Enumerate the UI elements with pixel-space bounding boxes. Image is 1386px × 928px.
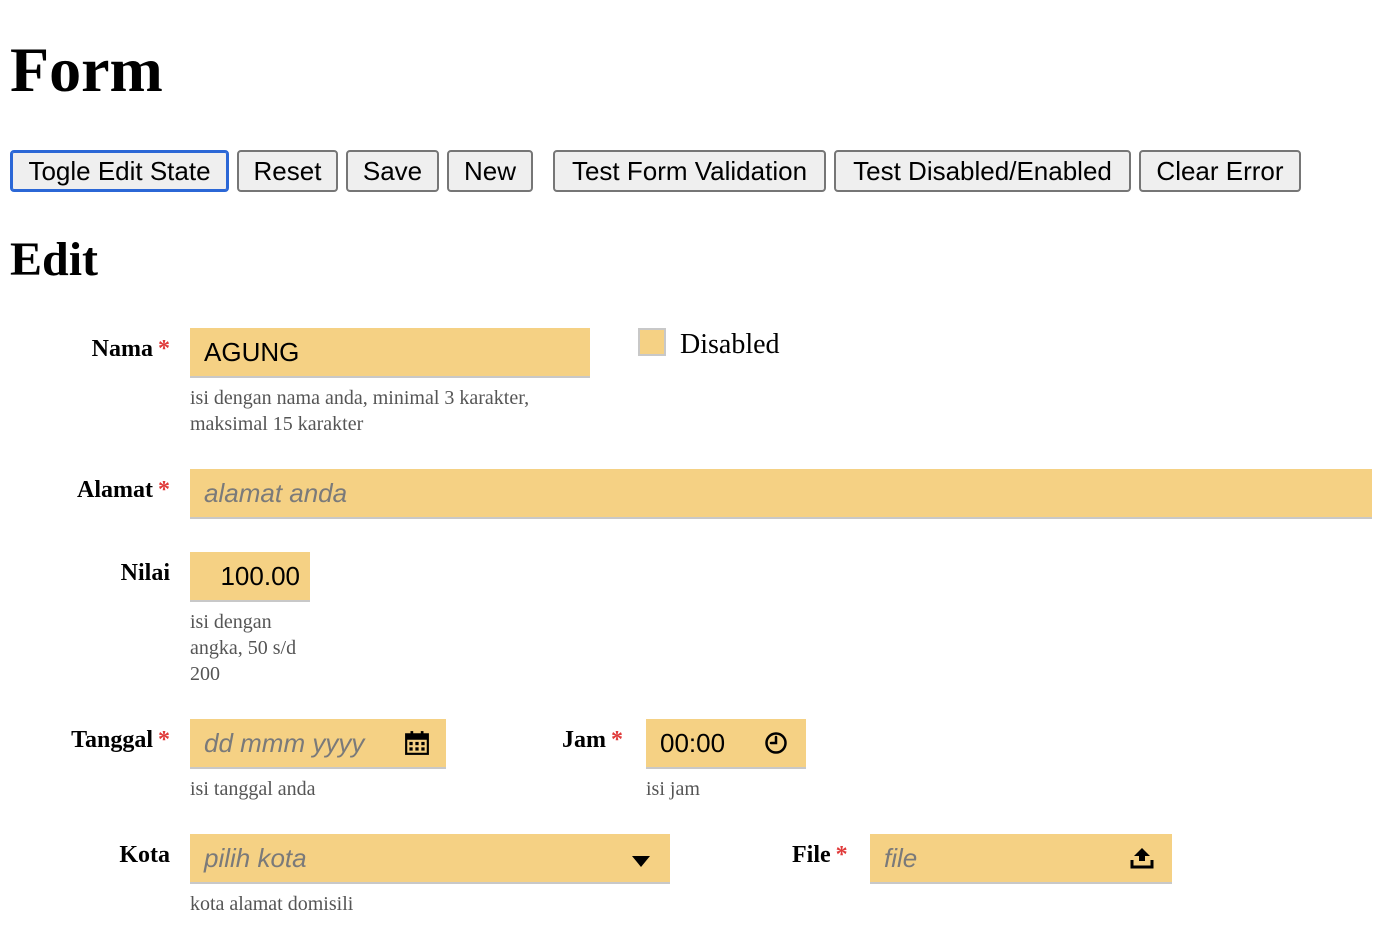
nilai-label: Nilai [121, 560, 170, 587]
jam-label: Jam * [562, 727, 623, 754]
new-button[interactable]: New [447, 150, 533, 192]
test-form-validation-button[interactable]: Test Form Validation [553, 150, 826, 192]
file-label: File * [792, 842, 848, 869]
kota-label: Kota [119, 842, 170, 869]
tanggal-label-text: Tanggal [71, 727, 153, 753]
jam-hint: isi jam [646, 778, 700, 800]
clear-error-button[interactable]: Clear Error [1139, 150, 1301, 192]
kota-placeholder: pilih kota [204, 842, 307, 873]
nama-input[interactable]: AGUNG [190, 328, 590, 378]
jam-input[interactable]: 00:00 [646, 719, 806, 769]
section-title: Edit [10, 233, 99, 286]
file-placeholder: file [884, 842, 918, 873]
test-disabled-enabled-button[interactable]: Test Disabled/Enabled [834, 150, 1131, 192]
required-mark: * [158, 727, 170, 753]
required-mark: * [158, 477, 170, 503]
kota-select[interactable]: pilih kota [190, 834, 670, 884]
tanggal-placeholder: dd mmm yyyy [204, 727, 365, 758]
nilai-input[interactable]: 100.00 [190, 552, 310, 602]
alamat-label-text: Alamat [77, 477, 153, 503]
required-mark: * [611, 727, 623, 753]
page-title: Form [10, 34, 163, 105]
tanggal-hint: isi tanggal anda [190, 778, 316, 800]
alamat-input[interactable]: alamat anda [190, 469, 1372, 519]
disabled-label: Disabled [680, 329, 780, 360]
required-mark: * [158, 336, 170, 362]
alamat-placeholder: alamat anda [204, 477, 348, 508]
nama-label: Nama * [92, 336, 170, 363]
kota-label-text: Kota [119, 842, 170, 868]
kota-hint: kota alamat domisili [190, 893, 354, 915]
clock-icon[interactable] [764, 731, 788, 755]
nilai-label-text: Nilai [120, 560, 170, 586]
save-button[interactable]: Save [346, 150, 439, 192]
tanggal-input[interactable]: dd mmm yyyy [190, 719, 446, 769]
jam-label-text: Jam [562, 727, 606, 753]
calendar-icon[interactable] [404, 730, 430, 756]
alamat-label: Alamat * [77, 477, 170, 504]
nilai-hint: isi dengan angka, 50 s/d 200 [190, 611, 297, 685]
disabled-checkbox[interactable] [638, 328, 666, 356]
file-input[interactable]: file [870, 834, 1172, 884]
toggle-edit-state-button[interactable]: Togle Edit State [10, 150, 229, 192]
nama-value: AGUNG [204, 336, 300, 367]
jam-value: 00:00 [660, 727, 726, 758]
required-mark: * [835, 842, 848, 868]
nilai-value: 100.00 [220, 560, 300, 591]
tanggal-label: Tanggal * [71, 727, 170, 754]
nama-label-text: Nama [91, 336, 153, 362]
reset-button[interactable]: Reset [237, 150, 338, 192]
upload-icon[interactable] [1130, 846, 1154, 870]
caret-down-icon[interactable] [632, 855, 650, 868]
nama-hint: isi dengan nama anda, minimal 3 karakter… [190, 387, 530, 435]
file-label-text: File [792, 842, 831, 868]
